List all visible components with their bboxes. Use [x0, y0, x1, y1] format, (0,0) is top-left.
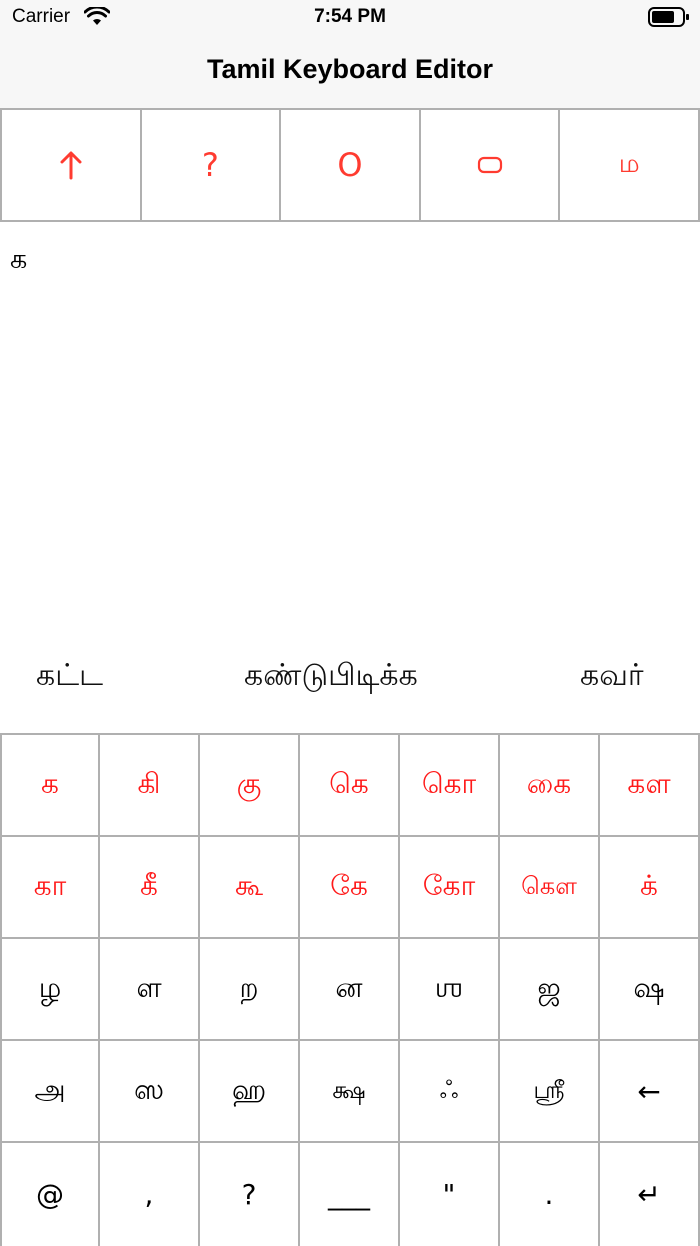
key[interactable]: கூ: [200, 837, 300, 937]
key[interactable]: ஸ்ரீ: [500, 1041, 600, 1141]
key[interactable]: ,: [100, 1143, 200, 1246]
battery-icon: [648, 7, 689, 27]
keyboard-row-4: அ ஸ ஹ க்ஷ ஃ ஸ்ரீ ←: [0, 1041, 700, 1143]
key[interactable]: ஸ: [100, 1041, 200, 1141]
key[interactable]: கீ: [100, 837, 200, 937]
keyboard-row-5: @ , ? ___ " . ↵: [0, 1143, 700, 1246]
key[interactable]: க: [0, 735, 100, 835]
key[interactable]: ஜ: [500, 939, 600, 1039]
rounded-rect-icon: [477, 156, 502, 174]
shift-button[interactable]: [0, 110, 142, 220]
space-key[interactable]: ___: [300, 1143, 400, 1246]
key[interactable]: கா: [0, 837, 100, 937]
tamil-ma-button[interactable]: ம: [560, 110, 700, 220]
backspace-key[interactable]: ←: [600, 1041, 700, 1141]
key[interactable]: ஹ: [200, 1041, 300, 1141]
arrow-up-icon: [60, 151, 82, 180]
key[interactable]: ழ: [0, 939, 100, 1039]
rounded-rect-button[interactable]: [421, 110, 561, 220]
keyboard-row-3: ழ ள ற ன ஶ ஜ ஷ: [0, 939, 700, 1041]
key[interactable]: ஃ: [400, 1041, 500, 1141]
circle-button[interactable]: O: [281, 110, 421, 220]
keyboard-row-2: கா கீ கூ கே கோ கௌ க்: [0, 837, 700, 939]
key[interactable]: கள: [600, 735, 700, 835]
key[interactable]: க்: [600, 837, 700, 937]
key[interactable]: ள: [100, 939, 200, 1039]
help-button[interactable]: ?: [142, 110, 282, 220]
circle-button-label: O: [337, 146, 363, 184]
return-key[interactable]: ↵: [600, 1143, 700, 1246]
key[interactable]: ஶ: [400, 939, 500, 1039]
page-title: Tamil Keyboard Editor: [206, 54, 494, 84]
key[interactable]: கோ: [400, 837, 500, 937]
key[interactable]: ன: [300, 939, 400, 1039]
key[interactable]: ஷ: [600, 939, 700, 1039]
key[interactable]: க்ஷ: [300, 1041, 400, 1141]
tamil-ma-label: ம: [618, 148, 640, 179]
key[interactable]: ?: [200, 1143, 300, 1246]
suggestion-1[interactable]: கட்ட: [36, 658, 103, 697]
toolbar: ? O ம: [0, 108, 700, 222]
suggestion-2[interactable]: கண்டுபிடிக்க: [244, 658, 418, 697]
key[interactable]: .: [500, 1143, 600, 1246]
key[interactable]: கொ: [400, 735, 500, 835]
tamil-keyboard: க கி கு கெ கொ கை கள கா கீ கூ கே கோ கௌ க்…: [0, 733, 700, 1246]
key[interactable]: ": [400, 1143, 500, 1246]
help-button-label: ?: [201, 146, 219, 184]
key[interactable]: கெ: [300, 735, 400, 835]
text-editor[interactable]: க: [0, 222, 700, 642]
key[interactable]: அ: [0, 1041, 100, 1141]
status-bar: Carrier 7:54 PM: [0, 0, 700, 36]
status-time: 7:54 PM: [314, 6, 386, 27]
navigation-bar: Tamil Keyboard Editor: [0, 36, 700, 108]
key[interactable]: கி: [100, 735, 200, 835]
key[interactable]: கு: [200, 735, 300, 835]
keyboard-row-1: க கி கு கெ கொ கை கள: [0, 735, 700, 837]
suggestion-bar: கட்ட கண்டுபிடிக்க கவர்: [0, 650, 700, 710]
key[interactable]: @: [0, 1143, 100, 1246]
key[interactable]: கே: [300, 837, 400, 937]
key[interactable]: கௌ: [500, 837, 600, 937]
editor-text: க: [10, 244, 28, 275]
key[interactable]: ற: [200, 939, 300, 1039]
key[interactable]: கை: [500, 735, 600, 835]
suggestion-3[interactable]: கவர்: [580, 658, 644, 697]
